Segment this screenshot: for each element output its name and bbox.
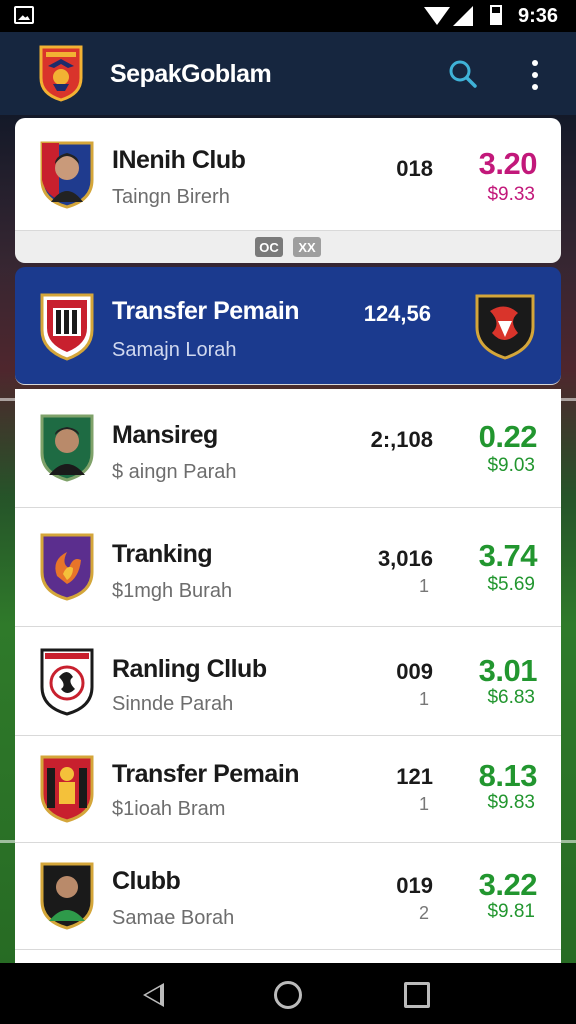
club-crest-right-icon — [475, 294, 535, 360]
club-price: 8.13 — [478, 758, 538, 793]
battery-icon — [490, 5, 502, 25]
club-crest-icon — [40, 648, 94, 716]
row-expander[interactable]: OC XX — [15, 231, 561, 263]
club-count: 019 — [396, 873, 433, 898]
recent-apps-icon[interactable] — [404, 982, 430, 1008]
club-subprice: $9.83 — [487, 792, 535, 813]
club-name: Transfer Pemain — [112, 297, 300, 325]
club-subtitle: $ aingn Parah — [112, 461, 237, 483]
expand-chip-left[interactable]: OC — [255, 237, 283, 257]
club-name: Mansireg — [112, 421, 218, 449]
club-subprice: $9.81 — [487, 901, 535, 922]
list-item[interactable]: INenih Club Taingn Birerh 018 3.20 $9.33 — [15, 118, 561, 231]
club-subtitle: Taingn Birerh — [112, 186, 230, 208]
club-subtitle: $1mgh Burah — [112, 580, 233, 602]
club-crest-icon — [40, 533, 94, 601]
home-icon[interactable] — [274, 981, 302, 1009]
list-item[interactable]: Ranling Cllub Sinnde Parah 009 1 3.01 $6… — [15, 627, 561, 736]
club-count: 018 — [396, 156, 433, 181]
club-count: 3,016 — [377, 546, 433, 571]
club-rank: 1 — [418, 794, 429, 814]
club-subprice: $9.03 — [487, 455, 535, 476]
club-subprice: $9.33 — [487, 184, 535, 205]
club-count: 121 — [396, 764, 433, 789]
system-nav-bar — [0, 963, 576, 1024]
club-subtitle: Samae Borah — [112, 907, 235, 929]
club-count: 2:,108 — [370, 427, 433, 452]
list-item[interactable]: Mansireg $ aingn Parah 2:,108 0.22 $9.03 — [15, 389, 561, 508]
app-logo-icon — [39, 45, 83, 102]
club-subprice: $5.69 — [487, 574, 535, 595]
signal-icon — [453, 6, 473, 26]
status-bar: 9:36 — [0, 0, 576, 32]
club-rank: 1 — [418, 689, 429, 709]
club-price: 3.01 — [478, 653, 538, 688]
club-subtitle: Sinnde Parah — [112, 693, 234, 715]
club-crest-icon — [40, 755, 94, 823]
wifi-icon — [424, 7, 450, 25]
club-subtitle: $1ioah Bram — [112, 798, 226, 820]
player-avatar-badge-icon — [40, 414, 94, 482]
back-icon[interactable] — [143, 983, 164, 1007]
club-list: INenih Club Taingn Birerh 018 3.20 $9.33… — [15, 118, 561, 970]
club-price: 3.22 — [478, 867, 538, 902]
list-item[interactable]: Clubb Samae Borah 019 2 3.22 $9.81 — [15, 843, 561, 950]
club-name: Tranking — [112, 540, 213, 568]
app-bar: SepakGoblam — [0, 32, 576, 115]
more-vert-icon[interactable] — [528, 60, 542, 90]
club-name: Clubb — [112, 867, 181, 895]
club-name: Ranling Cllub — [112, 655, 267, 683]
app-title: SepakGoblam — [110, 60, 272, 88]
status-time: 9:36 — [518, 5, 559, 27]
club-price: 0.22 — [478, 419, 538, 454]
club-count: 124,56 — [363, 301, 431, 326]
club-rank: 1 — [418, 576, 429, 596]
list-item[interactable]: Tranking $1mgh Burah 3,016 1 3.74 $5.69 — [15, 508, 561, 627]
expand-chip-right[interactable]: XX — [293, 237, 321, 257]
club-crest-icon — [40, 293, 94, 361]
club-count: 009 — [396, 659, 433, 684]
club-price: 3.74 — [478, 538, 538, 573]
club-rank: 2 — [418, 903, 429, 923]
club-subtitle: Samajn Lorah — [112, 339, 237, 361]
image-icon — [14, 6, 34, 24]
list-item[interactable]: Transfer Pemain $1ioah Bram 121 1 8.13 $… — [15, 736, 561, 843]
club-name: INenih Club — [112, 146, 246, 174]
player-avatar-badge-icon — [40, 141, 94, 209]
player-avatar-badge-icon — [40, 862, 94, 930]
list-item-selected[interactable]: Transfer Pemain Samajn Lorah 124,56 — [15, 267, 561, 385]
club-name: Transfer Pemain — [112, 760, 300, 788]
search-icon[interactable] — [448, 59, 478, 89]
club-subprice: $6.83 — [487, 687, 535, 708]
club-price: 3.20 — [478, 146, 538, 181]
